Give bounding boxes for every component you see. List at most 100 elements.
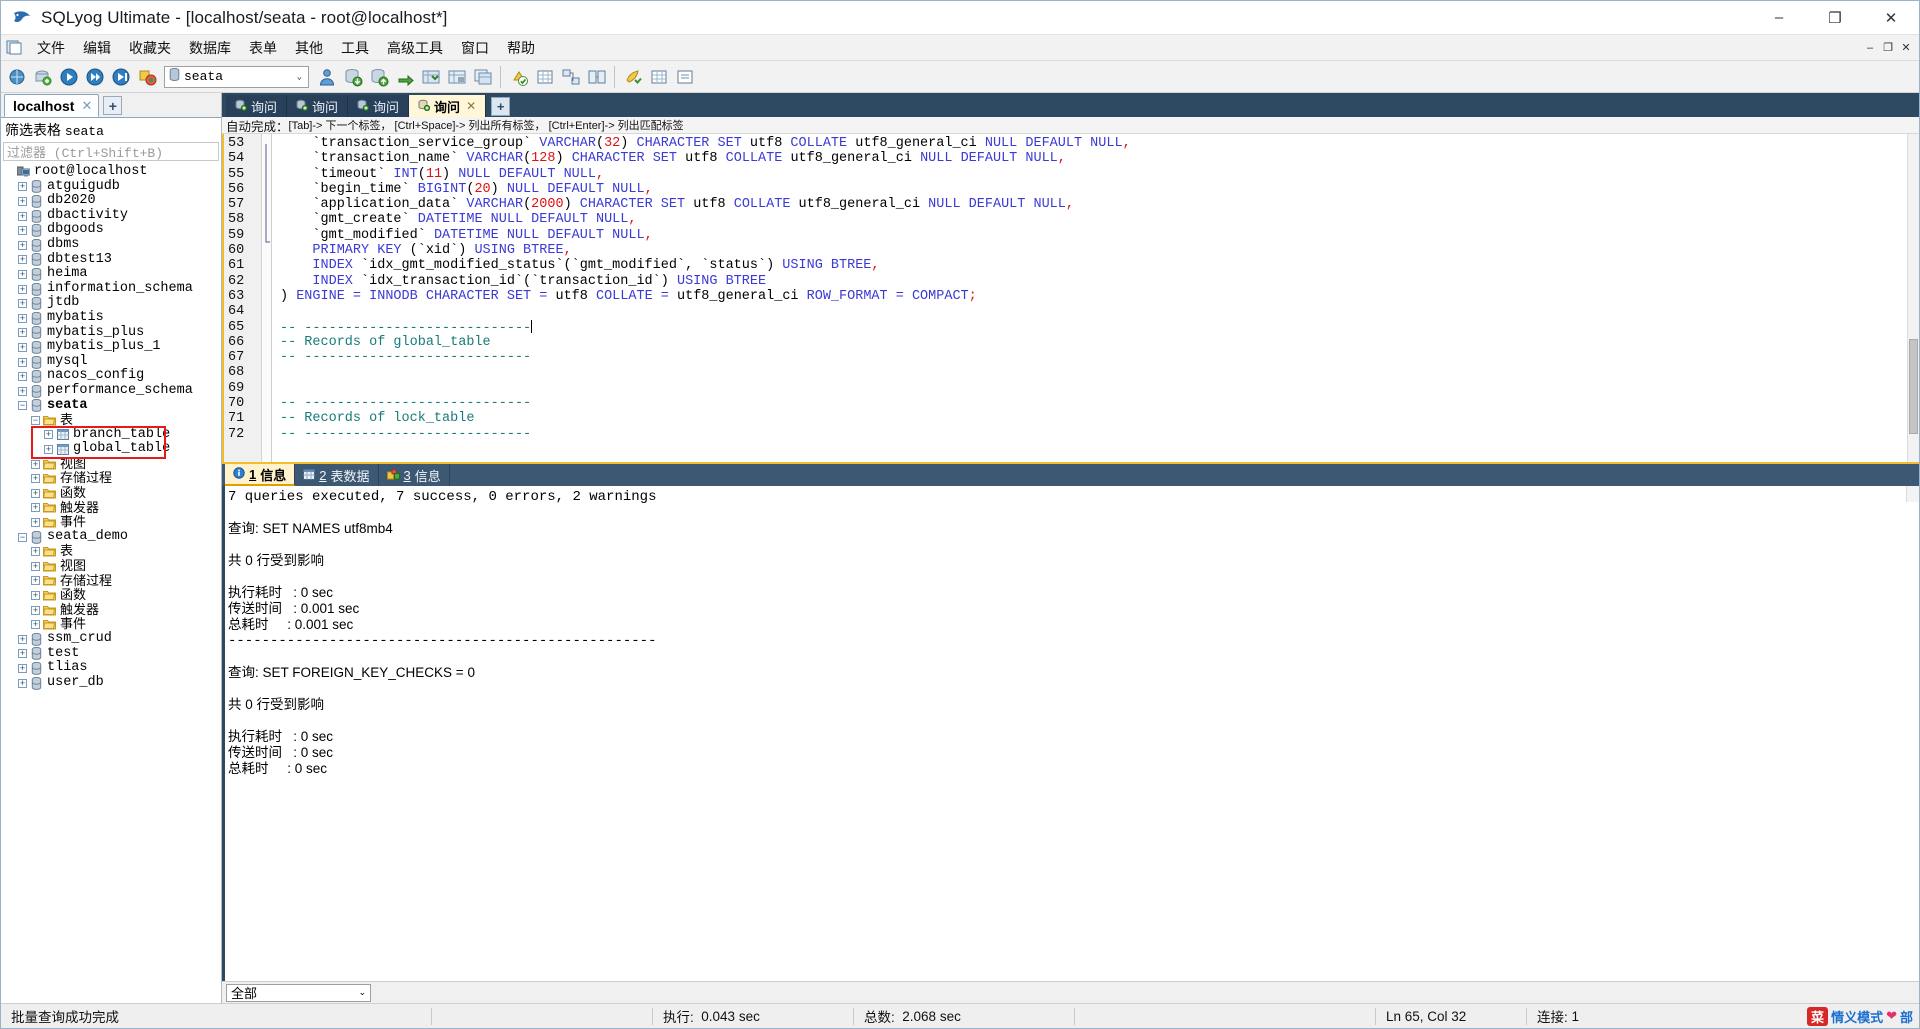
expand-icon[interactable]: + [18, 663, 27, 673]
expand-icon[interactable]: + [18, 240, 27, 250]
chevron-down-icon[interactable]: ⌄ [297, 72, 306, 82]
table-diagnostics-icon[interactable] [532, 64, 557, 90]
expand-icon[interactable]: + [31, 591, 40, 601]
code-line[interactable]: -- Records of lock_table [280, 411, 1919, 426]
expand-icon[interactable]: + [31, 503, 40, 513]
tree-node-rootlocalhost-0[interactable]: root@localhost [1, 164, 221, 180]
tree-node-tlias-34[interactable]: + tlias [1, 661, 221, 676]
export-data-icon[interactable] [366, 64, 391, 90]
tree-node-dbgoods-4[interactable]: + dbgoods [1, 223, 221, 238]
editor-vertical-scrollbar[interactable] [1907, 134, 1919, 462]
query-tab-3[interactable]: 询问 [348, 95, 410, 117]
tree-node--23[interactable]: + 触发器 [1, 500, 221, 516]
code-line[interactable]: `application_data` VARCHAR(2000) CHARACT… [280, 197, 1919, 212]
expand-icon[interactable]: + [44, 430, 53, 440]
backup-database-icon[interactable] [418, 64, 443, 90]
add-connection-button[interactable]: + [103, 96, 123, 115]
tree-node-jtdb-9[interactable]: + jtdb [1, 296, 221, 311]
code-fold-column[interactable] [262, 134, 272, 462]
messages-vertical-scrollbar[interactable] [1906, 486, 1919, 502]
tree-node--26[interactable]: + 表 [1, 544, 221, 559]
code-line[interactable]: `begin_time` BIGINT(20) NULL DEFAULT NUL… [280, 182, 1919, 197]
code-line[interactable] [280, 304, 1919, 319]
expand-icon[interactable]: + [18, 342, 27, 352]
expand-icon[interactable]: + [31, 620, 40, 630]
result-tab-3[interactable]: 3 信息 [379, 464, 450, 486]
expand-icon[interactable]: + [31, 488, 40, 498]
query-builder-icon[interactable] [584, 64, 609, 90]
tree-node--17[interactable]: − 表 [1, 412, 221, 428]
expand-icon[interactable]: + [31, 547, 40, 557]
tree-node-mybatis-10[interactable]: + mybatis [1, 310, 221, 326]
tree-node-db2020-2[interactable]: + db2020 [1, 194, 221, 209]
tree-node-heima-7[interactable]: + heima [1, 267, 221, 282]
expand-icon[interactable]: + [18, 372, 27, 382]
tree-node--28[interactable]: + 存储过程 [1, 573, 221, 589]
expand-icon[interactable]: + [18, 226, 27, 236]
tree-node-branch_table-18[interactable]: + branch_table [1, 427, 221, 443]
query-tab-1[interactable]: 询问 [226, 95, 288, 117]
close-icon[interactable]: ✕ [81, 98, 92, 114]
menu-item-7[interactable]: 高级工具 [378, 35, 452, 61]
execute-query-icon[interactable] [56, 64, 81, 90]
form-view-icon[interactable] [672, 64, 697, 90]
expand-icon[interactable]: + [31, 561, 40, 571]
menu-item-6[interactable]: 工具 [332, 35, 378, 61]
menu-item-3[interactable]: 数据库 [180, 35, 240, 61]
copy-database-icon[interactable] [470, 64, 495, 90]
tree-node--31[interactable]: + 事件 [1, 617, 221, 632]
execute-current-icon[interactable] [108, 64, 133, 90]
tree-node-seata-16[interactable]: − seata [1, 398, 221, 414]
grid-view-icon[interactable] [646, 64, 671, 90]
tree-node-information_schema-8[interactable]: + information_schema [1, 281, 221, 297]
tree-node-dbactivity-3[interactable]: + dbactivity [1, 208, 221, 224]
code-line[interactable]: -- ---------------------------- [280, 427, 1919, 442]
editor-scroll-thumb[interactable] [1909, 339, 1918, 434]
code-line[interactable]: -- ---------------------------- [280, 319, 1919, 336]
tree-node-atguigudb-1[interactable]: + atguigudb [1, 179, 221, 195]
tree-node-mybatis_plus-11[interactable]: + mybatis_plus [1, 325, 221, 341]
expand-icon[interactable]: + [18, 299, 27, 309]
code-line[interactable]: `transaction_name` VARCHAR(128) CHARACTE… [280, 151, 1919, 166]
new-query-icon[interactable] [30, 64, 55, 90]
connection-tab-localhost[interactable]: localhost ✕ [4, 94, 100, 117]
import-data-icon[interactable] [340, 64, 365, 90]
object-tree[interactable]: root@localhost + atguigudb + db2020 + dbactivi… [1, 163, 221, 1003]
tree-node-global_table-19[interactable]: + global_table [1, 442, 221, 457]
mdi-close-button[interactable]: ✕ [1897, 39, 1915, 57]
expand-icon[interactable]: + [18, 255, 27, 265]
expand-icon[interactable]: + [18, 196, 27, 206]
tree-node-nacos_config-14[interactable]: + nacos_config [1, 369, 221, 384]
restore-database-icon[interactable] [444, 64, 469, 90]
tree-node--29[interactable]: + 函数 [1, 588, 221, 603]
collapse-icon[interactable]: − [18, 532, 27, 542]
sql-code-area[interactable]: `transaction_service_group` VARCHAR(32) … [272, 134, 1919, 462]
expand-icon[interactable]: + [18, 211, 27, 221]
refresh-objects-icon[interactable] [506, 64, 531, 90]
menu-item-9[interactable]: 帮助 [498, 35, 544, 61]
menu-item-2[interactable]: 收藏夹 [120, 35, 180, 61]
expand-icon[interactable]: + [18, 269, 27, 279]
expand-icon[interactable]: + [18, 182, 27, 192]
tree-node-ssm_crud-32[interactable]: + ssm_crud [1, 631, 221, 647]
tree-node--27[interactable]: + 视图 [1, 558, 221, 574]
code-line[interactable]: -- ---------------------------- [280, 396, 1919, 411]
tree-node--20[interactable]: + 视图 [1, 456, 221, 472]
mdi-restore-button[interactable]: ❐ [1879, 39, 1897, 57]
maximize-button[interactable]: ❐ [1807, 1, 1863, 35]
expand-icon[interactable]: + [31, 605, 40, 615]
tree-node--21[interactable]: + 存储过程 [1, 471, 221, 486]
mdi-minimize-button[interactable]: – [1861, 39, 1879, 57]
expand-icon[interactable]: + [31, 576, 40, 586]
code-line[interactable] [280, 365, 1919, 380]
sql-editor[interactable]: 53 54 55 56 57 58 59 60 61 62 63 64 65 66 67 68 69 70 71 72… [222, 134, 1919, 464]
tree-node--30[interactable]: + 触发器 [1, 602, 221, 618]
result-scope-selector[interactable]: 全部 ⌄ [226, 983, 371, 1002]
query-tab-4[interactable]: 询问 ✕ [409, 95, 487, 117]
result-tab-2[interactable]: 2 表数据 [295, 464, 379, 486]
messages-output[interactable]: 7 queries executed, 7 success, 0 errors,… [222, 486, 1919, 981]
code-line[interactable]: INDEX `idx_transaction_id`(`transaction_… [280, 274, 1919, 289]
expand-icon[interactable]: + [18, 649, 27, 659]
schema-designer-icon[interactable] [558, 64, 583, 90]
expand-icon[interactable]: + [18, 357, 27, 367]
